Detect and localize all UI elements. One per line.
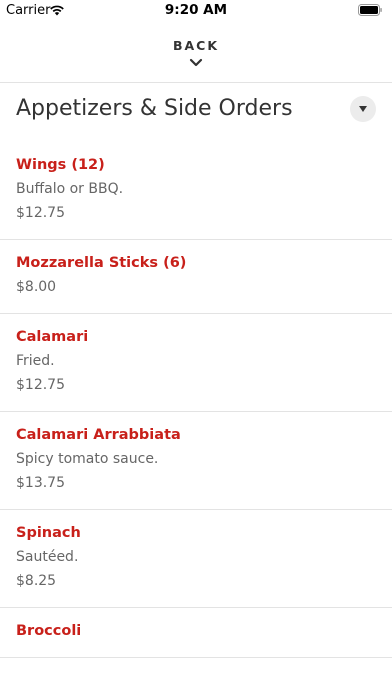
menu-item-wings[interactable]: Wings (12) Buffalo or BBQ. $12.75: [0, 142, 392, 240]
menu-item-mozzarella-sticks[interactable]: Mozzarella Sticks (6) $8.00: [0, 240, 392, 314]
menu-item-broccoli[interactable]: Broccoli: [0, 608, 392, 658]
section-header: Appetizers & Side Orders: [0, 82, 392, 142]
menu-list: Wings (12) Buffalo or BBQ. $12.75 Mozzar…: [0, 142, 392, 658]
item-price: $12.75: [16, 205, 65, 221]
item-price: $13.75: [16, 475, 65, 491]
item-description: Fried.: [16, 353, 55, 369]
item-price: $8.00: [16, 279, 57, 295]
status-bar: Carrier 9:20 AM: [0, 0, 392, 22]
category-dropdown-button[interactable]: [350, 96, 376, 122]
item-description: Sautéed.: [16, 549, 79, 565]
item-name: Calamari Arrabbiata: [16, 427, 181, 443]
item-name: Spinach: [16, 525, 81, 541]
item-name: Calamari: [16, 329, 89, 345]
page-title: Appetizers & Side Orders: [16, 96, 293, 121]
item-name: Wings (12): [16, 157, 105, 173]
battery-icon: [358, 4, 382, 16]
item-price: $8.25: [16, 573, 57, 589]
item-name: Mozzarella Sticks (6): [16, 255, 187, 271]
chevron-down-icon: [189, 58, 203, 67]
menu-item-calamari-arrabbiata[interactable]: Calamari Arrabbiata Spicy tomato sauce. …: [0, 412, 392, 510]
menu-item-spinach[interactable]: Spinach Sautéed. $8.25: [0, 510, 392, 608]
menu-item-calamari[interactable]: Calamari Fried. $12.75: [0, 314, 392, 412]
item-description: Buffalo or BBQ.: [16, 181, 124, 197]
item-price: $12.75: [16, 377, 65, 393]
back-label: BACK: [172, 38, 220, 53]
item-name: Broccoli: [16, 623, 82, 639]
item-description: Spicy tomato sauce.: [16, 451, 159, 467]
caret-down-icon: [359, 106, 367, 112]
clock: 9:20 AM: [164, 2, 228, 18]
back-button[interactable]: BACK: [0, 22, 392, 83]
